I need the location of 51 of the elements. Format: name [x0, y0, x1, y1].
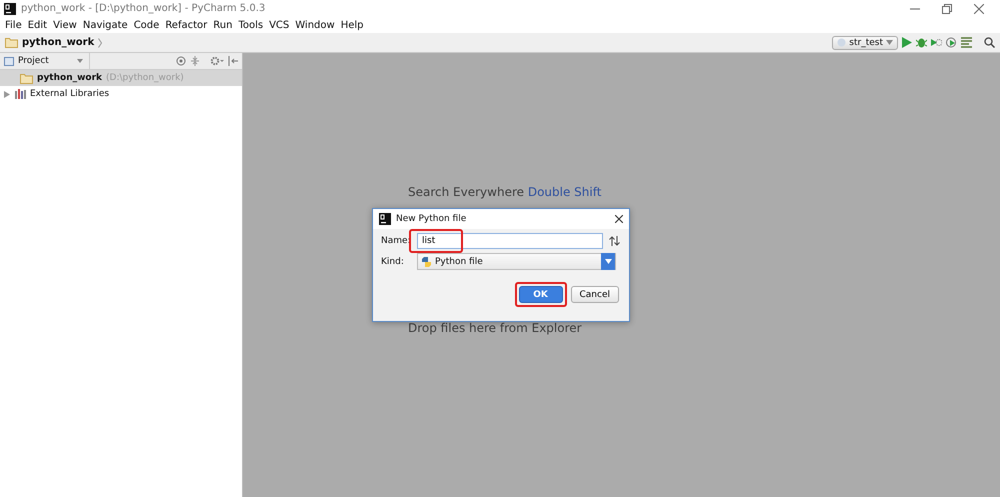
menu-item[interactable]: Refactor — [162, 20, 210, 30]
chevron-icon — [98, 38, 102, 48]
tree-item[interactable]: External Libraries — [0, 86, 242, 102]
library-icon — [15, 89, 26, 99]
folder-icon — [5, 37, 18, 48]
kind-dropdown[interactable]: Python file — [417, 253, 616, 270]
close-icon[interactable] — [615, 215, 623, 223]
menu-item[interactable]: Code — [130, 20, 162, 30]
dropdown-icon[interactable] — [604, 259, 612, 264]
app-logo-icon — [4, 2, 16, 14]
breadcrumb[interactable]: python_work — [22, 37, 94, 48]
window-title: python_work - [D:\python_work] - PyCharm 5.0.3 — [21, 3, 266, 14]
menu-item[interactable]: Window — [292, 20, 338, 30]
menu-item[interactable]: Help — [338, 20, 367, 30]
profile-icon[interactable] — [946, 37, 957, 48]
dropdown-icon — [886, 40, 893, 45]
menu-item[interactable]: View — [50, 20, 80, 30]
dropdown-icon[interactable] — [77, 59, 83, 63]
tree-item[interactable]: python_work (D:\python_work) — [0, 70, 242, 86]
app-logo-icon — [379, 213, 391, 225]
field-label: Kind: — [381, 256, 405, 266]
play-icon[interactable] — [902, 37, 912, 48]
dialog-button[interactable]: Cancel — [570, 286, 619, 303]
folder-icon — [20, 72, 33, 84]
expand-arrow-icon[interactable] — [4, 90, 11, 98]
gear-icon[interactable] — [210, 56, 224, 66]
collapse-icon[interactable] — [190, 56, 200, 66]
editor-hint: Drop files here from Explorer — [408, 321, 582, 335]
panel-title[interactable]: Project — [18, 56, 49, 66]
dialog-button[interactable]: OK — [518, 286, 562, 303]
panel-icon — [4, 56, 14, 66]
menu-item[interactable]: Navigate — [80, 20, 131, 30]
tasks-icon[interactable] — [961, 37, 972, 48]
bug-icon[interactable] — [916, 37, 927, 48]
editor-hint: Search Everywhere Double Shift — [408, 185, 602, 199]
target-icon[interactable] — [176, 56, 186, 66]
run-config-dropdown[interactable]: str_test — [832, 36, 898, 50]
menu-item[interactable]: Edit — [24, 20, 50, 30]
name-field[interactable]: list — [417, 233, 603, 249]
coverage-icon[interactable] — [931, 37, 942, 48]
hide-icon[interactable] — [228, 56, 238, 66]
menu-item[interactable]: Tools — [235, 20, 266, 30]
sort-icon[interactable] — [609, 236, 620, 246]
search-icon[interactable] — [984, 37, 995, 48]
restore-icon[interactable] — [942, 4, 952, 14]
menu-item[interactable]: Run — [210, 20, 236, 30]
close-icon[interactable] — [974, 4, 984, 14]
menu-item[interactable]: VCS — [266, 20, 292, 30]
dialog-title: New Python file — [396, 214, 466, 224]
field-label: Name: — [381, 236, 411, 246]
menu-item[interactable]: File — [2, 20, 25, 30]
